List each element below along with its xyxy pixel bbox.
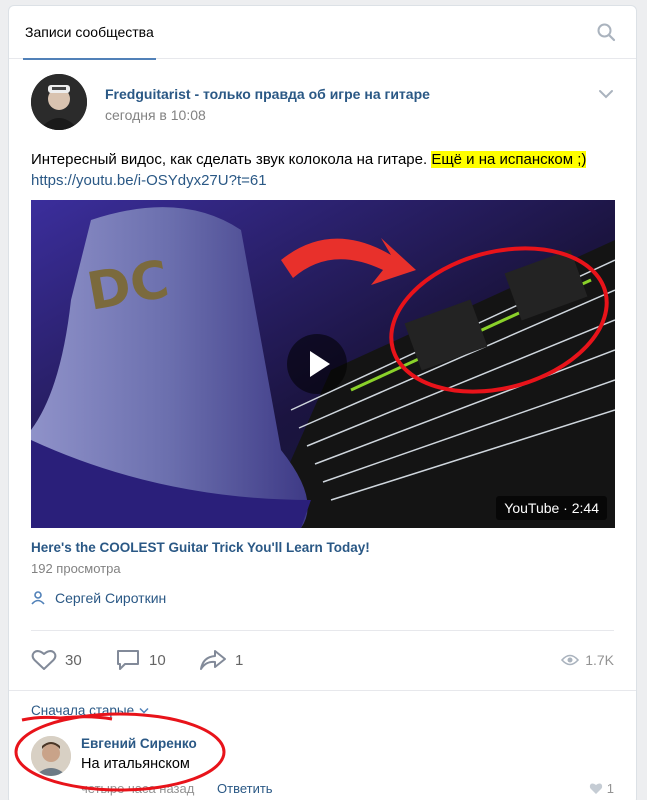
sort-label: Сначала старые — [31, 703, 135, 718]
community-posts-panel: Записи сообщества Fredguitarist - только… — [8, 5, 637, 800]
play-icon — [310, 351, 330, 377]
comment-like-count: 1 — [606, 781, 614, 796]
post-text-main: Интересный видос, как сделать звук колок… — [31, 151, 432, 168]
post-text-highlight: Ещё и на испанском ;) — [431, 151, 587, 168]
like-count: 30 — [65, 651, 82, 669]
video-attachment[interactable]: DC YouTube · 2:44 — [31, 200, 615, 528]
post-time[interactable]: сегодня в 10:08 — [105, 107, 206, 123]
user-icon — [31, 591, 45, 605]
commenter-avatar[interactable] — [31, 736, 71, 776]
community-avatar[interactable] — [31, 74, 87, 130]
comment-text: На итальянском — [81, 756, 190, 772]
share-button[interactable]: 1 — [199, 646, 243, 674]
panel-header: Записи сообщества — [9, 6, 636, 60]
video-views: 192 просмотра — [31, 561, 121, 576]
heart-icon — [589, 783, 602, 794]
search-icon[interactable] — [596, 22, 616, 42]
chevron-down-icon[interactable] — [598, 88, 614, 100]
comment-button[interactable]: 10 — [115, 646, 166, 674]
divider — [9, 690, 636, 691]
post-link[interactable]: https://youtu.be/i-OSYdyx27U?t=61 — [31, 172, 267, 189]
share-count: 1 — [235, 651, 244, 669]
comment-like-button[interactable]: 1 — [589, 781, 614, 796]
video-title-link[interactable]: Here's the COOLEST Guitar Trick You'll L… — [31, 540, 370, 555]
post-author-link[interactable]: Fredguitarist - только правда об игре на… — [105, 86, 430, 102]
comment-icon — [117, 650, 139, 670]
heart-icon — [31, 650, 57, 670]
post-views: 1.7K — [561, 646, 614, 674]
comment-author-link[interactable]: Евгений Сиренко — [81, 736, 197, 751]
avatar-photo — [31, 74, 87, 130]
comment-sort-dropdown[interactable]: Сначала старые — [31, 703, 149, 718]
avatar-photo — [31, 736, 71, 776]
post-text: Интересный видос, как сделать звук колок… — [31, 149, 616, 191]
tab-community-posts[interactable]: Записи сообщества — [23, 6, 156, 60]
chevron-down-icon — [139, 707, 149, 714]
views-count: 1.7K — [585, 652, 614, 668]
play-button[interactable] — [287, 334, 347, 394]
share-icon — [200, 650, 226, 670]
post-signer-link[interactable]: Сергей Сироткин — [31, 590, 166, 606]
eye-icon — [561, 654, 580, 666]
comment-count: 10 — [149, 651, 166, 669]
video-source-duration: YouTube · 2:44 — [496, 496, 607, 520]
like-button[interactable]: 30 — [31, 646, 82, 674]
post-signer-name: Сергей Сироткин — [55, 590, 167, 606]
comment-time[interactable]: четыре часа назад — [81, 781, 194, 796]
reply-button[interactable]: Ответить — [217, 781, 273, 796]
divider — [31, 630, 614, 631]
